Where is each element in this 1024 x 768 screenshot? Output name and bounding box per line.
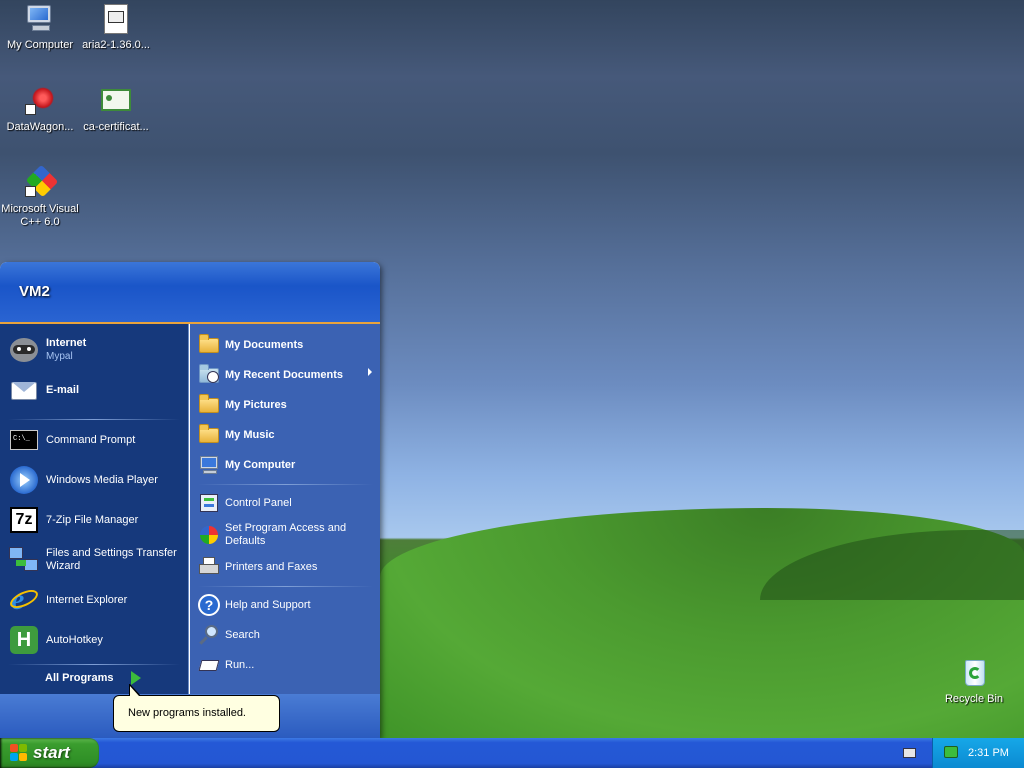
start-item-files-settings-transfer[interactable]: Files and Settings Transfer Wizard	[8, 544, 186, 576]
start-tool-label: Search	[225, 628, 260, 641]
start-place-label: My Documents	[225, 338, 304, 351]
start-place-label: My Recent Documents	[225, 368, 343, 381]
start-place-label: My Music	[225, 428, 275, 441]
autohotkey-icon: H	[8, 624, 40, 656]
computer-icon	[24, 3, 56, 35]
separator	[198, 586, 373, 587]
recycle-bin-icon	[958, 657, 990, 689]
start-item-email[interactable]: E-mail	[8, 374, 186, 406]
start-menu-places-pane: My Documents My Recent Documents My Pict…	[190, 324, 380, 694]
mypal-raccoon-icon	[8, 334, 40, 366]
start-item-label: AutoHotkey	[46, 633, 103, 646]
start-tool-run[interactable]: Run...	[198, 654, 378, 676]
start-item-label: Windows Media Player	[46, 473, 158, 486]
network-tray-icon[interactable]	[944, 746, 958, 758]
internet-explorer-icon: e	[7, 584, 41, 616]
start-place-my-recent-documents[interactable]: My Recent Documents	[198, 364, 378, 386]
start-item-7zip[interactable]: 7z 7-Zip File Manager	[8, 504, 186, 536]
recent-documents-icon	[198, 364, 220, 386]
7zip-icon: 7z	[8, 504, 40, 536]
start-item-title: Internet	[46, 337, 87, 349]
start-menu: VM2 Internet Mypal E-mail C:\_ Command Pr	[0, 262, 380, 738]
new-programs-tooltip: New programs installed.	[113, 684, 280, 732]
keyboard-tray-icon[interactable]	[903, 748, 916, 758]
all-programs-label: All Programs	[45, 672, 114, 684]
desktop-icon-label: ca-certificat...	[83, 121, 149, 133]
user-name: VM2	[19, 283, 50, 300]
start-place-my-pictures[interactable]: My Pictures	[198, 394, 378, 416]
run-icon	[198, 654, 220, 676]
search-magnifier-icon	[198, 624, 220, 646]
start-tool-label: Run...	[225, 658, 255, 671]
start-item-label: 7-Zip File Manager	[46, 513, 139, 526]
folder-music-icon	[198, 424, 220, 446]
printer-icon	[198, 556, 220, 578]
command-prompt-icon: C:\_	[8, 424, 40, 456]
green-arrow-icon	[131, 671, 141, 685]
start-place-my-computer[interactable]: My Computer	[198, 454, 378, 476]
separator	[8, 664, 180, 665]
start-item-label: Command Prompt	[46, 433, 136, 446]
transfer-wizard-icon	[8, 544, 40, 576]
executable-window-icon	[100, 3, 132, 35]
separator	[8, 419, 180, 420]
desktop-icon-label: Microsoft Visual C++ 6.0	[1, 203, 79, 228]
visual-cpp-shortcut-icon	[24, 164, 59, 199]
start-item-windows-media-player[interactable]: Windows Media Player	[8, 464, 186, 496]
control-panel-icon	[198, 492, 220, 514]
start-tool-label: Help and Support	[225, 598, 311, 611]
media-player-icon	[8, 464, 40, 496]
start-place-label: My Pictures	[225, 398, 287, 411]
desktop-icon-label: DataWagon...	[6, 121, 74, 133]
start-setting-label: Control Panel	[225, 496, 292, 509]
start-place-my-music[interactable]: My Music	[198, 424, 378, 446]
desktop-icon-visual-cpp[interactable]: Microsoft Visual C++ 6.0	[0, 164, 80, 229]
start-item-label: Files and Settings Transfer Wizard	[46, 547, 177, 572]
start-tool-search[interactable]: Search	[198, 624, 378, 646]
start-menu-programs-pane: Internet Mypal E-mail C:\_ Command Prompt…	[0, 324, 189, 694]
desktop-icon-ca-certificates[interactable]: ca-certificat...	[76, 85, 156, 134]
folder-documents-icon	[198, 334, 220, 356]
desktop-icon-my-computer[interactable]: My Computer	[0, 3, 80, 52]
desktop-icon-label: aria2-1.36.0...	[82, 39, 150, 51]
clock[interactable]: 2:31 PM	[968, 747, 1009, 759]
separator	[198, 484, 373, 485]
start-item-subtitle: Mypal	[46, 351, 73, 362]
start-item-command-prompt[interactable]: C:\_ Command Prompt	[8, 424, 186, 456]
computer-icon	[198, 454, 220, 476]
submenu-arrow-icon	[368, 368, 372, 376]
desktop-icon-recycle-bin[interactable]: Recycle Bin	[934, 657, 1014, 706]
taskbar	[0, 738, 1024, 768]
start-menu-header: VM2	[0, 262, 380, 324]
start-setting-control-panel[interactable]: Control Panel	[198, 492, 378, 514]
start-item-internet-explorer[interactable]: e Internet Explorer	[7, 584, 186, 616]
system-tray: 2:31 PM	[932, 738, 1024, 768]
desktop-icon-label: My Computer	[6, 39, 74, 51]
program-access-icon	[198, 524, 220, 546]
folder-pictures-icon	[198, 394, 220, 416]
start-place-label: My Computer	[225, 458, 296, 471]
desktop-icon-label: Recycle Bin	[944, 693, 1004, 705]
start-item-title: E-mail	[46, 383, 80, 396]
tooltip-text: New programs installed.	[128, 707, 246, 719]
desktop-icon-datawagon[interactable]: DataWagon...	[0, 85, 80, 134]
start-item-label: Internet Explorer	[46, 593, 128, 606]
start-button[interactable]: start	[0, 738, 99, 768]
start-setting-program-access[interactable]: Set Program Access and Defaults	[198, 522, 378, 548]
start-setting-label: Set Program Access and Defaults	[225, 522, 347, 547]
start-item-internet[interactable]: Internet Mypal	[8, 334, 186, 366]
start-place-my-documents[interactable]: My Documents	[198, 334, 378, 356]
start-setting-label: Printers and Faxes	[225, 560, 318, 573]
desktop-icon-aria2[interactable]: aria2-1.36.0...	[76, 3, 156, 52]
datawagon-shortcut-icon	[24, 85, 56, 117]
start-setting-printers-faxes[interactable]: Printers and Faxes	[198, 556, 378, 578]
windows-flag-icon	[10, 744, 28, 762]
certificate-icon	[100, 85, 132, 117]
help-icon: ?	[198, 594, 220, 616]
start-tool-help-support[interactable]: ? Help and Support	[198, 594, 378, 616]
start-label: start	[33, 743, 70, 762]
start-item-autohotkey[interactable]: H AutoHotkey	[8, 624, 186, 656]
email-envelope-icon	[8, 374, 40, 406]
